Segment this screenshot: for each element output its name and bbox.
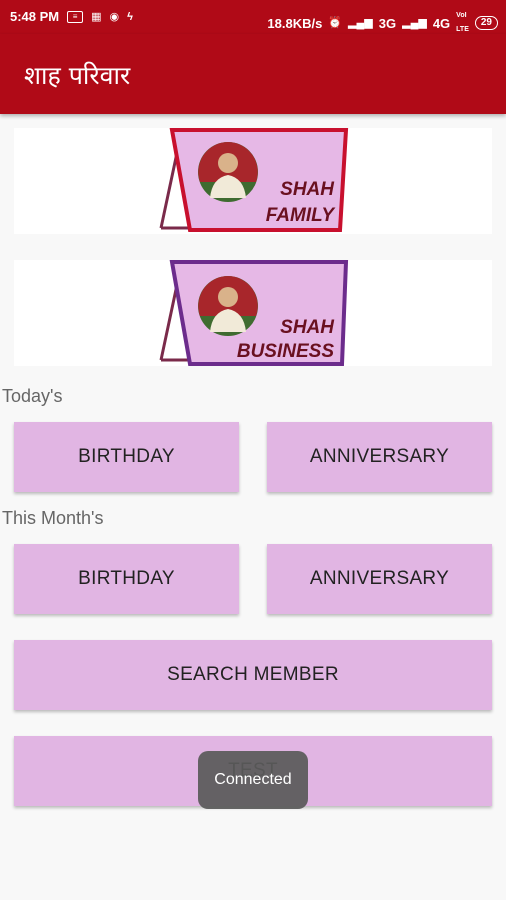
bolt-icon: ϟ [127,10,133,23]
month-label: This Month's [2,508,104,528]
today-anniversary-button[interactable]: ANNIVERSARY [267,422,492,492]
shah-business-logo: SHAH BUSINESS [159,260,349,366]
battery-icon: 29 [474,16,498,30]
today-birthday-button[interactable]: BIRTHDAY [14,422,239,492]
network-type-2: 4G [432,15,451,31]
today-label: Today's [2,386,63,406]
app-bar: शाह परिवार [0,34,506,114]
month-anniversary-button[interactable]: ANNIVERSARY [267,544,492,614]
banner-1-line1: SHAH [280,179,335,200]
month-birthday-button[interactable]: BIRTHDAY [14,544,239,614]
status-time: 5:48 PM [10,9,60,24]
banner-2-line1: SHAH [280,317,335,338]
notification-icon: ≡ [67,10,84,23]
network-type-1: 3G [378,15,397,31]
signal-icon-2: ▂▄▆ [402,17,427,29]
search-member-button[interactable]: SEARCH MEMBER [14,640,492,710]
app-notification-icon: ◉ [109,10,120,23]
status-bar: 5:48 PM ≡ ▦ ◉ ϟ 18.8KB/s ⏰ ▂▄▆ 3G ▂▄▆ 4G… [0,0,506,34]
banner-2-line2: BUSINESS [237,341,334,362]
shah-family-banner[interactable]: SHAH FAMILY [14,128,492,234]
banner-1-line2: FAMILY [266,205,337,226]
alarm-icon: ⏰ [328,17,343,29]
network-speed: 18.8KB/s [267,15,323,31]
app-title: शाह परिवार [24,61,131,90]
toast-message: Connected [198,751,308,809]
shah-business-banner[interactable]: SHAH BUSINESS [14,260,492,366]
volte-icon: VoI LTE [456,12,469,33]
sim-icon: ▦ [91,10,102,23]
shah-family-logo: SHAH FAMILY [159,128,349,232]
signal-icon: ▂▄▆ [348,17,373,29]
